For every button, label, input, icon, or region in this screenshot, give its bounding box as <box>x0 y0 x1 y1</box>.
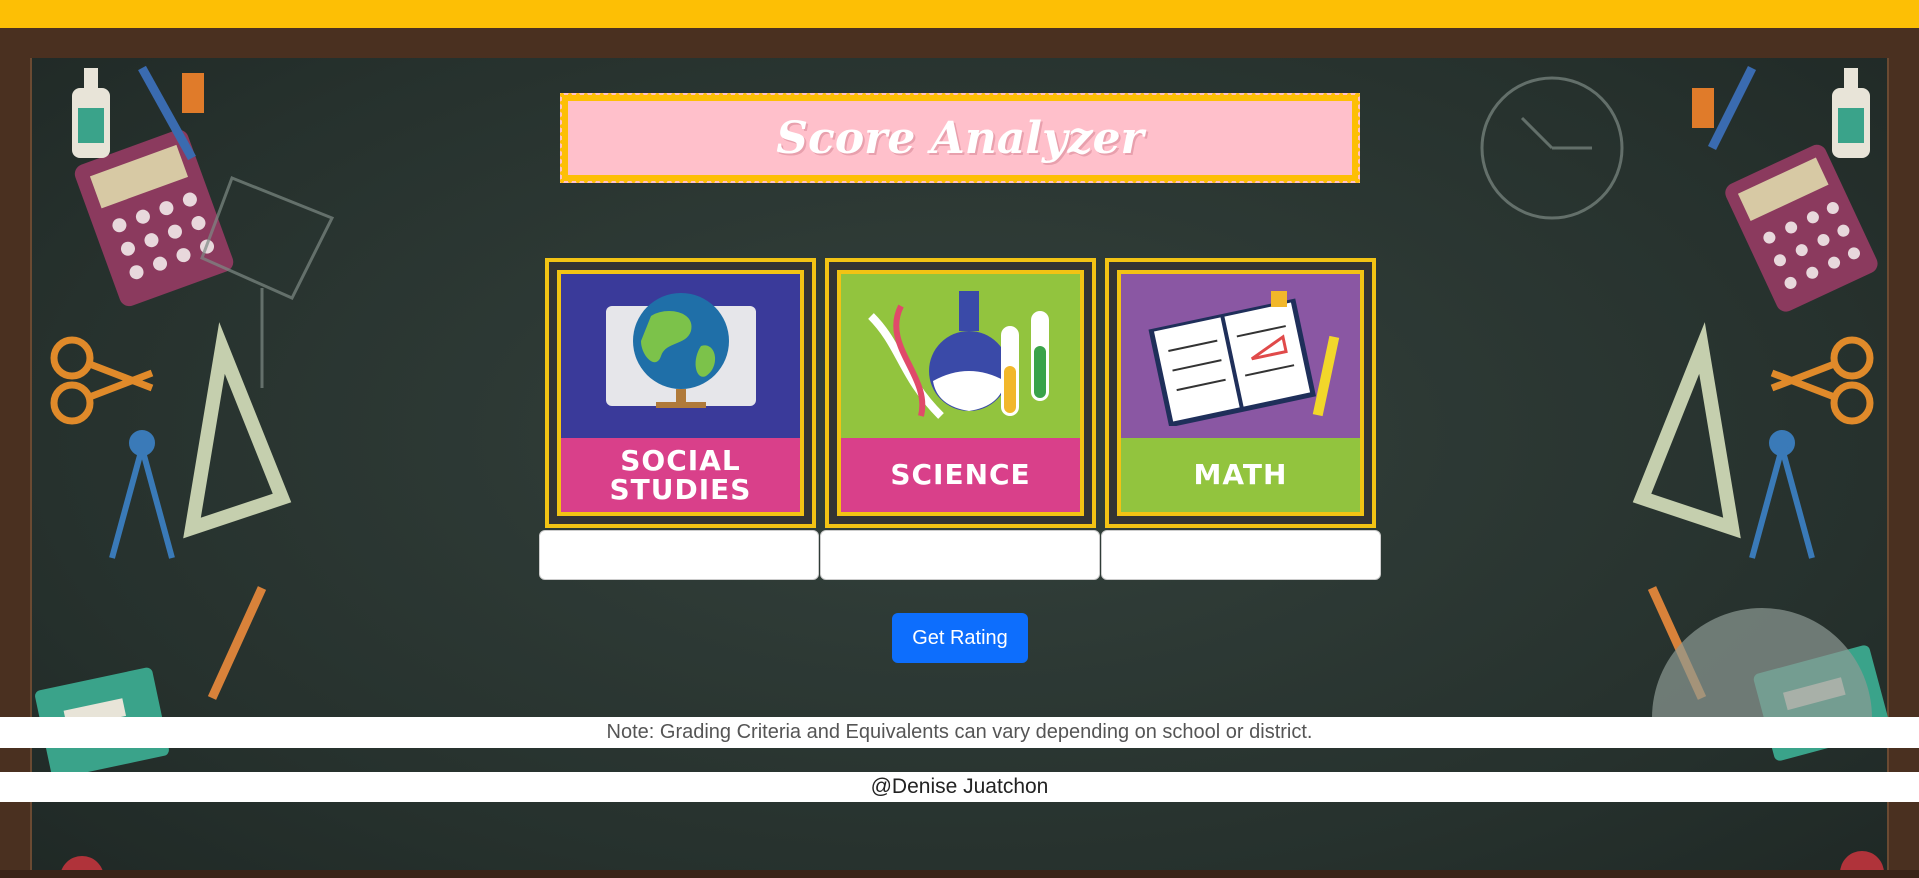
author-credit: @Denise Juatchon <box>0 772 1919 802</box>
pencil-icon <box>207 586 267 700</box>
pencil-icon <box>1707 65 1757 151</box>
math-art <box>1121 274 1360 438</box>
calculator-icon <box>1725 144 1878 312</box>
math-score-input[interactable] <box>1101 530 1381 580</box>
grading-note: Note: Grading Criteria and Equivalents c… <box>0 717 1919 748</box>
protractor-icon <box>1652 608 1872 718</box>
science-art <box>841 274 1080 438</box>
eraser-icon <box>182 73 204 113</box>
page-title: Score Analyzer <box>776 112 1144 164</box>
get-rating-button[interactable]: Get Rating <box>892 613 1028 663</box>
globe-icon <box>605 293 756 408</box>
social-studies-art <box>561 274 800 438</box>
clock-icon <box>1480 76 1624 220</box>
subject-card-science: SCIENCE <box>825 258 1096 528</box>
bottom-edge <box>0 870 1919 878</box>
flask-icon <box>867 291 1049 419</box>
science-score-input[interactable] <box>820 530 1100 580</box>
subject-card-math: MATH <box>1105 258 1376 528</box>
top-bar <box>0 0 1919 28</box>
notebook-icon <box>1148 291 1339 426</box>
glue-icon <box>72 68 110 158</box>
social-studies-score-input[interactable] <box>539 530 819 580</box>
subject-card-social-studies: SOCIAL STUDIES <box>545 258 816 528</box>
title-banner: Score Analyzer <box>560 93 1360 183</box>
notebook-icon <box>35 645 1891 779</box>
social-studies-label: SOCIAL STUDIES <box>561 438 800 512</box>
eraser-icon <box>1692 88 1714 128</box>
glue-icon <box>1832 68 1870 158</box>
science-label: SCIENCE <box>841 438 1080 512</box>
math-label: MATH <box>1121 438 1360 512</box>
